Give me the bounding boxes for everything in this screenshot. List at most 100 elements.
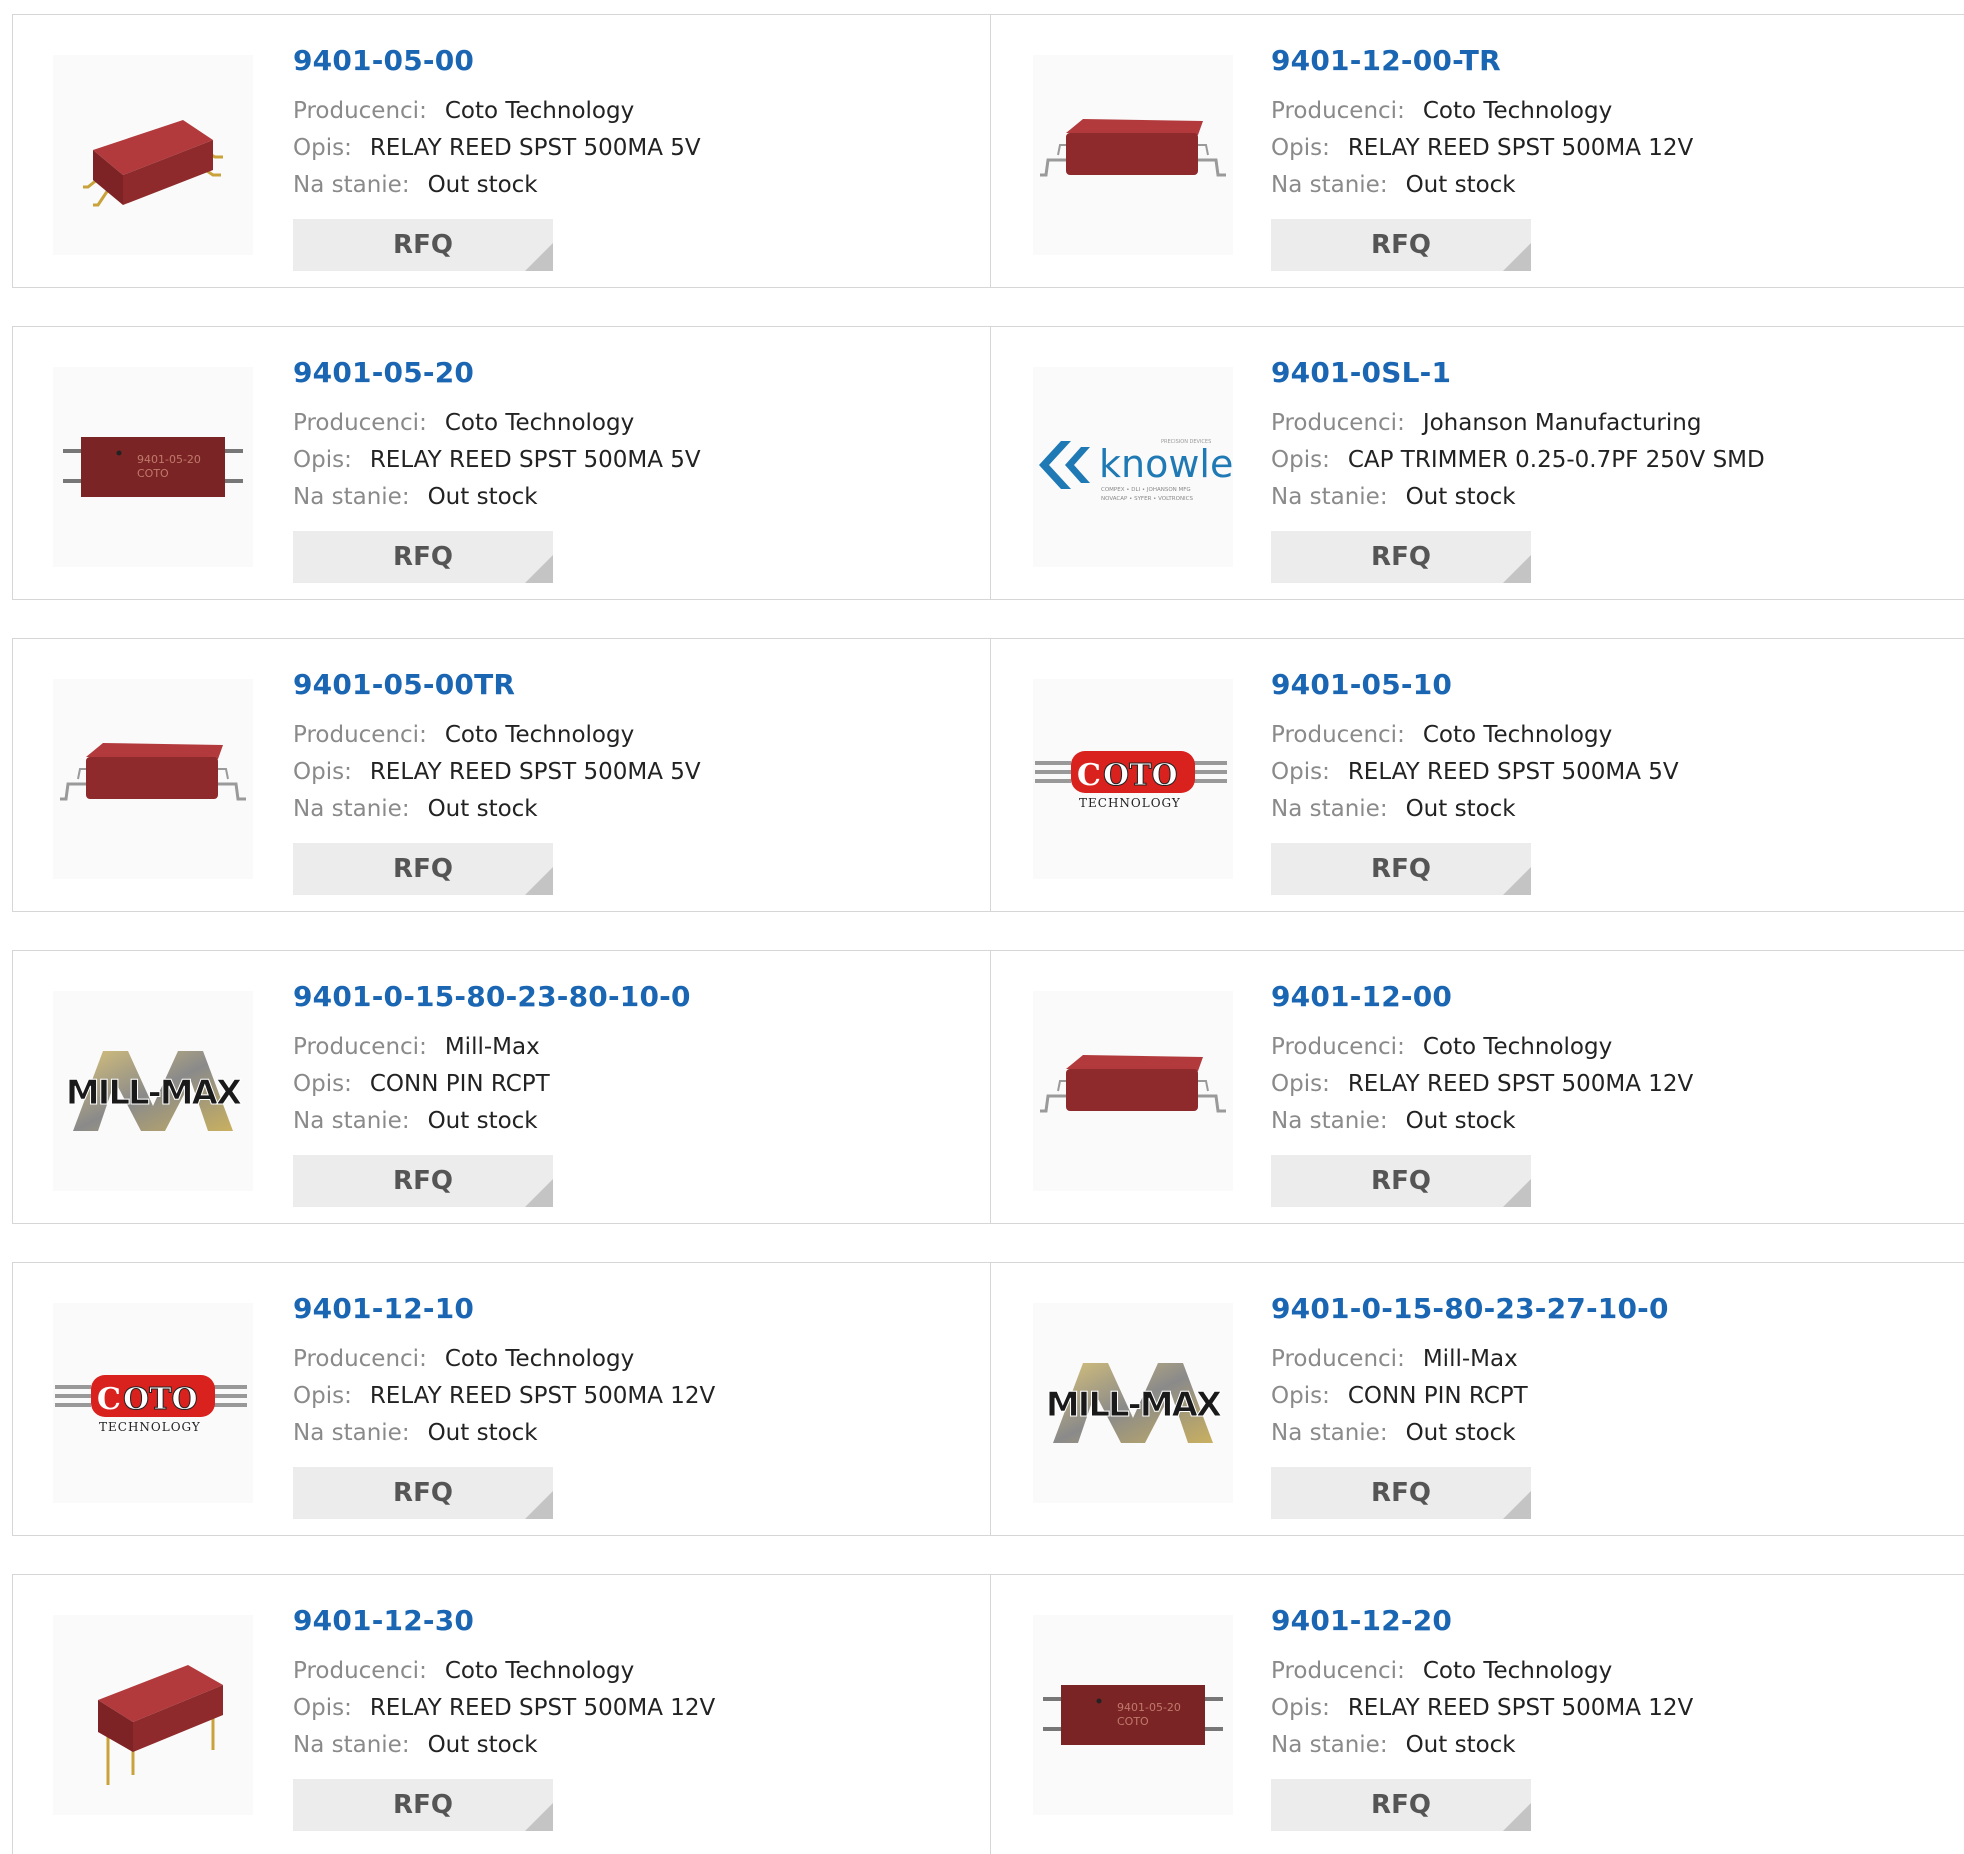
relay-flat-icon: 9401-05-20 COTO — [1043, 1675, 1223, 1755]
part-number-link[interactable]: 9401-05-00TR — [293, 669, 970, 701]
part-number-link[interactable]: 9401-0SL-1 — [1271, 357, 1944, 389]
rfq-button[interactable]: RFQ — [293, 1779, 553, 1831]
description-line: Opis: CONN PIN RCPT — [1271, 1378, 1944, 1415]
part-number-link[interactable]: 9401-0-15-80-23-27-10-0 — [1271, 1293, 1944, 1325]
rfq-button[interactable]: RFQ — [293, 531, 553, 583]
product-card: 9401-05-00TR Producenci: Coto Technology … — [13, 639, 991, 911]
description-value: RELAY REED SPST 500MA 12V — [1347, 135, 1694, 161]
rfq-button[interactable]: RFQ — [293, 843, 553, 895]
description-label: Opis: — [293, 447, 352, 473]
stock-label: Na stanie: — [1271, 796, 1388, 822]
stock-value: Out stock — [1405, 484, 1516, 510]
stock-value: Out stock — [1405, 172, 1516, 198]
part-number-link[interactable]: 9401-05-00 — [293, 45, 970, 77]
product-info: 9401-0-15-80-23-27-10-0 Producenci: Mill-… — [1271, 1293, 1944, 1519]
part-number-link[interactable]: 9401-12-30 — [293, 1605, 970, 1637]
stock-label: Na stanie: — [293, 1108, 410, 1134]
product-info: 9401-05-10 Producenci: Coto Technology Op… — [1271, 669, 1944, 895]
rfq-button[interactable]: RFQ — [1271, 1779, 1531, 1831]
stock-value: Out stock — [427, 484, 538, 510]
product-row: C OTO TECHNOLOGY 9401-12-10 Producenci: C… — [12, 1262, 1964, 1536]
part-number-link[interactable]: 9401-12-00 — [1271, 981, 1944, 1013]
relay-smd-icon — [1038, 1041, 1228, 1141]
description-line: Opis: CONN PIN RCPT — [293, 1066, 970, 1103]
product-info: 9401-12-10 Producenci: Coto Technology Op… — [293, 1293, 970, 1519]
stock-value: Out stock — [427, 796, 538, 822]
svg-text:OTO: OTO — [123, 1382, 198, 1417]
product-info: 9401-12-00-TR Producenci: Coto Technology… — [1271, 45, 1944, 271]
stock-line: Na stanie: Out stock — [1271, 167, 1944, 204]
description-line: Opis: RELAY REED SPST 500MA 12V — [1271, 1690, 1944, 1727]
rfq-button[interactable]: RFQ — [1271, 1155, 1531, 1207]
product-image[interactable]: MILL-MAX — [53, 991, 253, 1191]
manufacturer-line: Producenci: Coto Technology — [293, 1653, 970, 1690]
manufacturer-line: Producenci: Coto Technology — [293, 405, 970, 442]
description-label: Opis: — [1271, 135, 1330, 161]
stock-line: Na stanie: Out stock — [293, 1415, 970, 1452]
manufacturer-label: Producenci: — [1271, 98, 1405, 124]
manufacturer-line: Producenci: Mill-Max — [1271, 1341, 1944, 1378]
description-label: Opis: — [293, 1071, 352, 1097]
rfq-button[interactable]: RFQ — [1271, 843, 1531, 895]
manufacturer-value: Mill-Max — [444, 1034, 540, 1060]
description-label: Opis: — [1271, 1071, 1330, 1097]
stock-line: Na stanie: Out stock — [293, 1727, 970, 1764]
product-image[interactable]: MILL-MAX — [1033, 1303, 1233, 1503]
manufacturer-value: Coto Technology — [1422, 98, 1613, 124]
product-image[interactable] — [1033, 55, 1233, 255]
manufacturer-label: Producenci: — [1271, 1346, 1405, 1372]
product-image[interactable]: 9401-05-20 COTO — [53, 367, 253, 567]
product-image[interactable] — [53, 679, 253, 879]
product-info: 9401-05-20 Producenci: Coto Technology Op… — [293, 357, 970, 583]
product-info: 9401-05-00TR Producenci: Coto Technology … — [293, 669, 970, 895]
stock-line: Na stanie: Out stock — [1271, 1415, 1944, 1452]
stock-line: Na stanie: Out stock — [1271, 479, 1944, 516]
description-value: CONN PIN RCPT — [1347, 1383, 1528, 1409]
product-image[interactable]: knowles PRECISION DEVICES COMPEX • DLI •… — [1033, 367, 1233, 567]
svg-text:knowles: knowles — [1099, 442, 1233, 486]
rfq-button[interactable]: RFQ — [293, 219, 553, 271]
product-image[interactable] — [53, 55, 253, 255]
manufacturer-label: Producenci: — [293, 722, 427, 748]
rfq-button[interactable]: RFQ — [1271, 531, 1531, 583]
coto-logo: C OTO TECHNOLOGY — [53, 1363, 253, 1443]
stock-label: Na stanie: — [293, 1420, 410, 1446]
part-number-link[interactable]: 9401-12-00-TR — [1271, 45, 1944, 77]
stock-value: Out stock — [1405, 1420, 1516, 1446]
rfq-button[interactable]: RFQ — [293, 1467, 553, 1519]
rfq-button[interactable]: RFQ — [1271, 1467, 1531, 1519]
rfq-button[interactable]: RFQ — [1271, 219, 1531, 271]
relay-smd-icon — [1038, 105, 1228, 205]
description-value: RELAY REED SPST 500MA 12V — [1347, 1695, 1694, 1721]
product-info: 9401-12-20 Producenci: Coto Technology Op… — [1271, 1605, 1944, 1831]
part-number-link[interactable]: 9401-05-20 — [293, 357, 970, 389]
manufacturer-value: Coto Technology — [444, 410, 635, 436]
product-image[interactable] — [1033, 991, 1233, 1191]
description-value: CAP TRIMMER 0.25-0.7PF 250V SMD — [1347, 447, 1765, 473]
manufacturer-line: Producenci: Coto Technology — [293, 93, 970, 130]
stock-line: Na stanie: Out stock — [293, 791, 970, 828]
manufacturer-line: Producenci: Coto Technology — [1271, 93, 1944, 130]
rfq-button[interactable]: RFQ — [293, 1155, 553, 1207]
product-image[interactable]: C OTO TECHNOLOGY — [53, 1303, 253, 1503]
description-value: RELAY REED SPST 500MA 5V — [369, 135, 701, 161]
stock-label: Na stanie: — [1271, 484, 1388, 510]
product-card: 9401-05-00 Producenci: Coto Technology Op… — [13, 15, 991, 287]
part-number-link[interactable]: 9401-05-10 — [1271, 669, 1944, 701]
manufacturer-label: Producenci: — [293, 1346, 427, 1372]
product-row: 9401-12-30 Producenci: Coto Technology Op… — [12, 1574, 1964, 1854]
product-image[interactable] — [53, 1615, 253, 1815]
product-card: 9401-05-20 COTO 9401-12-20 Producenci: Co… — [991, 1575, 1964, 1854]
description-line: Opis: RELAY REED SPST 500MA 5V — [293, 130, 970, 167]
part-number-link[interactable]: 9401-12-10 — [293, 1293, 970, 1325]
part-number-link[interactable]: 9401-0-15-80-23-80-10-0 — [293, 981, 970, 1013]
description-value: RELAY REED SPST 500MA 5V — [1347, 759, 1679, 785]
product-image[interactable]: C OTO TECHNOLOGY — [1033, 679, 1233, 879]
product-info: 9401-05-00 Producenci: Coto Technology Op… — [293, 45, 970, 271]
product-image[interactable]: 9401-05-20 COTO — [1033, 1615, 1233, 1815]
product-info: 9401-0SL-1 Producenci: Johanson Manufactu… — [1271, 357, 1944, 583]
part-number-link[interactable]: 9401-12-20 — [1271, 1605, 1944, 1637]
svg-text:COMPEX • DLI • JOHANSON MFG: COMPEX • DLI • JOHANSON MFG — [1101, 487, 1191, 493]
stock-line: Na stanie: Out stock — [293, 1103, 970, 1140]
svg-text:OTO: OTO — [1103, 758, 1178, 793]
